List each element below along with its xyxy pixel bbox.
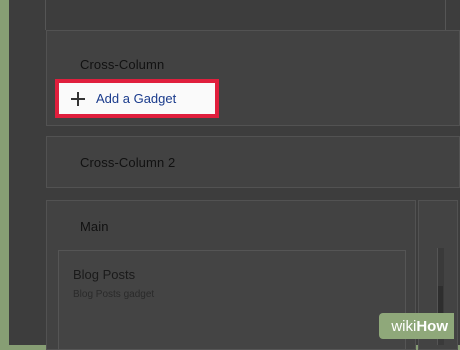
add-a-gadget-button[interactable]: Add a Gadget (55, 79, 219, 118)
blog-posts-title: Blog Posts (73, 267, 135, 282)
plus-icon (69, 90, 87, 108)
cross-column-2-title: Cross-Column 2 (80, 155, 175, 170)
wikihow-watermark: wikiHow (379, 313, 454, 339)
blog-posts-subtitle: Blog Posts gadget (73, 289, 154, 300)
cross-column-2-section: Cross-Column 2 (46, 136, 460, 188)
add-a-gadget-label: Add a Gadget (96, 91, 176, 106)
main-title: Main (80, 219, 109, 234)
column-divider (445, 0, 446, 30)
watermark-wiki: wiki (391, 318, 416, 335)
blog-posts-gadget[interactable]: Blog Posts Blog Posts gadget (58, 250, 406, 350)
column-divider (45, 0, 46, 30)
watermark-how: How (416, 318, 448, 335)
scroll-thumb[interactable] (438, 286, 443, 316)
cross-column-title: Cross-Column (80, 57, 164, 72)
